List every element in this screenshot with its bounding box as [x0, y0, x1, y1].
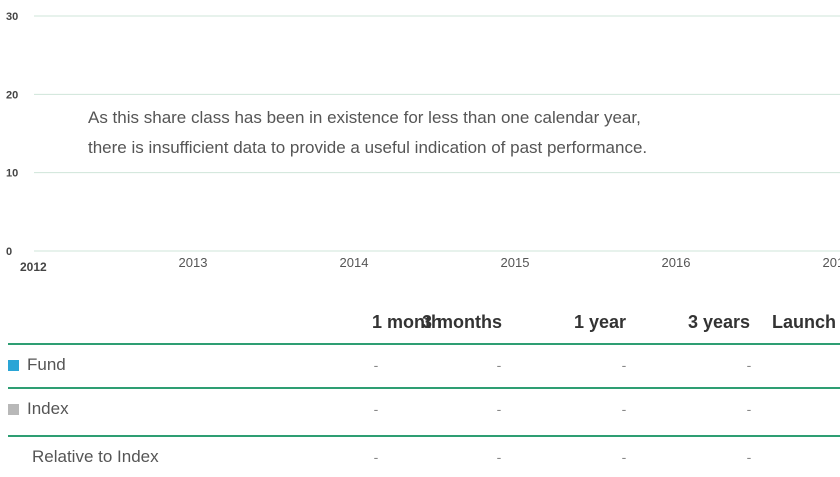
table-header-row: 1 month 3 months 1 year 3 years Launch	[8, 302, 840, 342]
column-header-3-months: 3 months	[421, 312, 502, 332]
y-tick-label-0: 0	[6, 246, 12, 258]
relative-3-years: -	[746, 449, 752, 465]
column-header-3-years: 3 years	[687, 312, 750, 332]
fund-swatch-icon	[8, 360, 19, 371]
relative-1-year: -	[621, 449, 627, 465]
performance-table: 1 month 3 months 1 year 3 years Launch F…	[0, 296, 840, 477]
notice-line-2: there is insufficient data to provide a …	[88, 138, 648, 157]
index-1-year: -	[621, 401, 627, 417]
y-tick-label-10: 10	[6, 168, 18, 180]
row-label-relative: Relative to Index	[32, 447, 159, 466]
row-label-fund: Fund	[8, 345, 66, 385]
x-tick-label-2015: 2015	[501, 255, 530, 270]
x-tick-label-2016: 2016	[662, 255, 691, 270]
column-header-launch: Launch	[772, 312, 837, 332]
index-3-months: -	[496, 401, 502, 417]
table-row: Relative to Index - - - - -	[8, 437, 840, 477]
index-swatch-icon	[8, 404, 19, 415]
x-tick-label-2012: 2012	[20, 260, 47, 274]
insufficient-data-notice: As this share class has been in existenc…	[88, 103, 840, 163]
table-row: Fund - - - - -	[8, 345, 840, 385]
relative-1-month: -	[373, 449, 379, 465]
notice-line-1: As this share class has been in existenc…	[88, 108, 641, 127]
index-3-years: -	[746, 401, 752, 417]
row-label-index: Index	[8, 389, 69, 429]
fund-1-month: -	[373, 357, 379, 373]
y-tick-label-20: 20	[6, 89, 18, 101]
index-1-month: -	[373, 401, 379, 417]
x-tick-label-2014: 2014	[340, 255, 369, 270]
fund-3-months: -	[496, 357, 502, 373]
y-tick-label-30: 30	[6, 11, 18, 23]
fund-3-years: -	[746, 357, 752, 373]
column-header-1-year: 1 year	[573, 312, 626, 332]
x-tick-label-2017: 2017	[823, 255, 840, 270]
performance-chart: 0 10 20 30 2012 2013 2014 2015 2016 2017 As this …	[0, 0, 840, 280]
fund-1-year: -	[621, 357, 627, 373]
relative-3-months: -	[496, 449, 502, 465]
table-row: Index - - - - -	[8, 389, 840, 429]
x-tick-label-2013: 2013	[179, 255, 208, 270]
